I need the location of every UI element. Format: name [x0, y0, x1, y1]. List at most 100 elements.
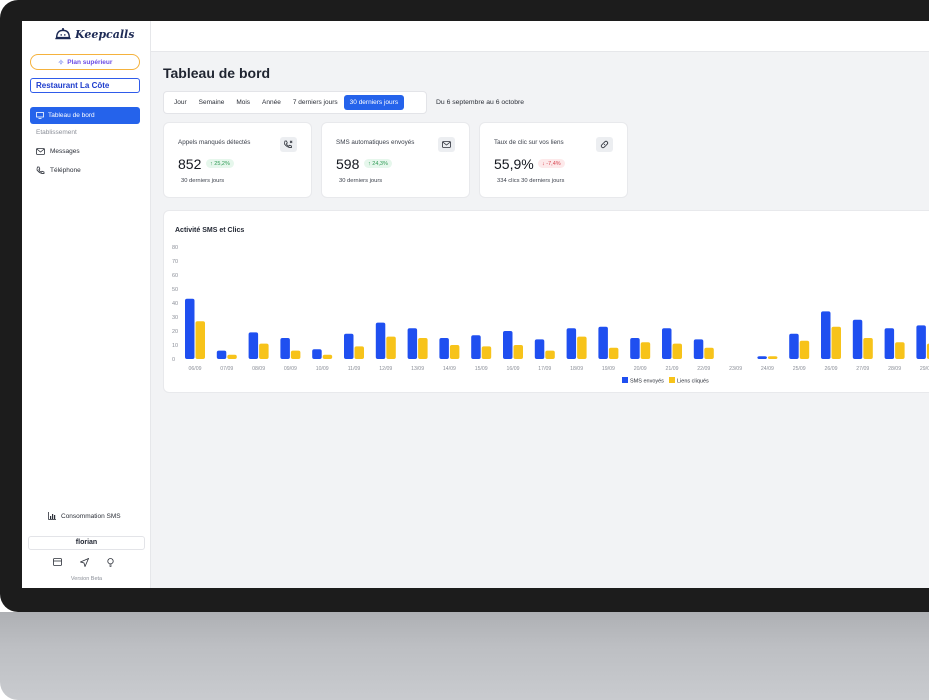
- link-icon: [596, 137, 613, 152]
- kpi-subtitle: 30 derniers jours: [339, 178, 383, 184]
- bar-sms: [471, 335, 481, 359]
- x-tick-label: 07/09: [220, 366, 233, 372]
- upgrade-plan-label: Plan supérieur: [67, 58, 113, 66]
- bar-clicks: [259, 343, 269, 359]
- x-tick-label: 21/09: [666, 366, 679, 372]
- lightbulb-icon[interactable]: [107, 558, 114, 567]
- kpi-value: 852: [178, 156, 202, 172]
- kpi-subtitle: 334 clics 30 derniers jours: [497, 178, 565, 184]
- bar-sms: [916, 325, 926, 359]
- bar-sms: [248, 332, 259, 359]
- date-range-text: Du 6 septembre au 6 octobre: [436, 99, 525, 106]
- x-tick-label: 06/09: [189, 366, 202, 372]
- x-tick-label: 10/09: [316, 366, 329, 372]
- sms-consumption-link[interactable]: Consommation SMS: [48, 512, 121, 520]
- bar-sms: [216, 350, 227, 359]
- page-title: Tableau de bord: [163, 65, 271, 81]
- sidebar: Keepcalls ✧ Plan supérieur Restaurant La…: [22, 21, 151, 588]
- sidebar-item-telephone[interactable]: Téléphone: [36, 166, 81, 175]
- bar-sms: [503, 331, 513, 359]
- mail-icon: [438, 137, 455, 152]
- tab-mois[interactable]: Mois: [230, 95, 256, 110]
- sidebar-item-messages[interactable]: Messages: [36, 148, 80, 155]
- bar-sms: [789, 333, 799, 359]
- kpi-change-badge: ↓ -7,4%: [538, 159, 565, 168]
- kpi-title: Taux de clic sur vos liens: [494, 139, 564, 146]
- bar-sms: [344, 333, 354, 359]
- tab-30-derniers-jours[interactable]: 30 derniers jours: [343, 95, 405, 110]
- tab-7-derniers-jours[interactable]: 7 derniers jours: [287, 95, 344, 110]
- period-tabs: Jour Semaine Mois Année 7 derniers jours…: [163, 91, 427, 114]
- sparkles-icon: ✧: [57, 57, 65, 67]
- y-tick-label: 30: [172, 315, 178, 321]
- x-tick-label: 26/09: [825, 366, 838, 372]
- activity-chart: 0 10 20 30 40 50 60 70 80 06/09 07/09 08/09 09/09 10/…: [172, 245, 929, 385]
- bar-clicks: [386, 336, 396, 359]
- bar-clicks: [863, 338, 873, 359]
- x-tick-label: 12/09: [379, 366, 392, 372]
- bar-sms: [693, 339, 704, 359]
- device-base: [0, 612, 929, 700]
- upgrade-plan-button[interactable]: ✧ Plan supérieur: [30, 54, 140, 70]
- y-tick-label: 0: [172, 357, 175, 363]
- bar-sms: [757, 356, 767, 359]
- bar-clicks: [418, 338, 428, 359]
- tab-semaine[interactable]: Semaine: [193, 95, 231, 110]
- bar-clicks: [672, 343, 682, 359]
- legend-label: Liens cliqués: [677, 379, 709, 385]
- x-tick-label: 19/09: [602, 366, 615, 372]
- y-tick-label: 50: [172, 287, 178, 293]
- sidebar-item-dashboard[interactable]: Tableau de bord: [30, 107, 140, 124]
- kpi-card-sms-sent: SMS automatiques envoyés 598 ↑ 24,3% 30 …: [321, 122, 470, 198]
- bar-clicks: [290, 350, 301, 359]
- phone-icon: [36, 166, 45, 174]
- bar-sms: [534, 339, 545, 359]
- kpi-subtitle: 30 derniers jours: [181, 178, 225, 184]
- bar-sms: [312, 349, 322, 359]
- bar-sms: [630, 338, 640, 359]
- bar-clicks: [704, 347, 714, 359]
- logo-text: Keepcalls: [75, 27, 135, 41]
- x-tick-label: 15/09: [475, 366, 488, 372]
- x-tick-label: 16/09: [507, 366, 520, 372]
- tab-jour[interactable]: Jour: [168, 95, 193, 110]
- kpi-title: Appels manqués détectés: [178, 139, 251, 146]
- sidebar-item-label: Téléphone: [50, 167, 81, 174]
- bar-clicks: [354, 346, 364, 359]
- y-tick-label: 70: [172, 259, 178, 265]
- footer-icons: [53, 558, 114, 567]
- topbar: [151, 21, 929, 52]
- app-screen: Keepcalls ✧ Plan supérieur Restaurant La…: [22, 21, 929, 588]
- x-tick-label: 17/09: [538, 366, 551, 372]
- x-tick-label: 14/09: [443, 366, 456, 372]
- x-tick-label: 27/09: [856, 366, 869, 372]
- x-tick-label: 24/09: [761, 366, 774, 372]
- tab-annee[interactable]: Année: [256, 95, 287, 110]
- user-menu[interactable]: florian: [28, 536, 145, 550]
- logo[interactable]: Keepcalls: [54, 25, 134, 43]
- bar-clicks: [767, 356, 778, 359]
- sidebar-item-label: Messages: [50, 148, 80, 155]
- restaurant-selector[interactable]: Restaurant La Côte: [30, 78, 140, 93]
- x-tick-label: 13/09: [411, 366, 424, 372]
- bar-sms: [852, 319, 863, 359]
- bar-clicks: [895, 342, 905, 359]
- send-icon[interactable]: [80, 558, 89, 567]
- y-tick-label: 20: [172, 329, 178, 335]
- bar-sms: [439, 338, 449, 359]
- bar-sms: [821, 311, 831, 359]
- kpi-value: 55,9%: [494, 156, 534, 172]
- x-tick-label: 25/09: [793, 366, 806, 372]
- phone-missed-icon: [280, 137, 297, 152]
- kpi-card-missed-calls: Appels manqués détectés 852 ↑ 25,2% 30 d…: [163, 122, 312, 198]
- bar-clicks: [799, 340, 810, 359]
- bar-sms: [598, 326, 608, 359]
- bell-logo-icon: [55, 27, 71, 40]
- y-tick-label: 60: [172, 273, 178, 279]
- x-tick-label: 08/09: [252, 366, 265, 372]
- y-tick-label: 40: [172, 301, 178, 307]
- kpi-title: SMS automatiques envoyés: [336, 139, 415, 146]
- credit-card-icon[interactable]: [53, 558, 62, 566]
- bar-clicks: [227, 354, 237, 359]
- bar-sms: [280, 338, 290, 359]
